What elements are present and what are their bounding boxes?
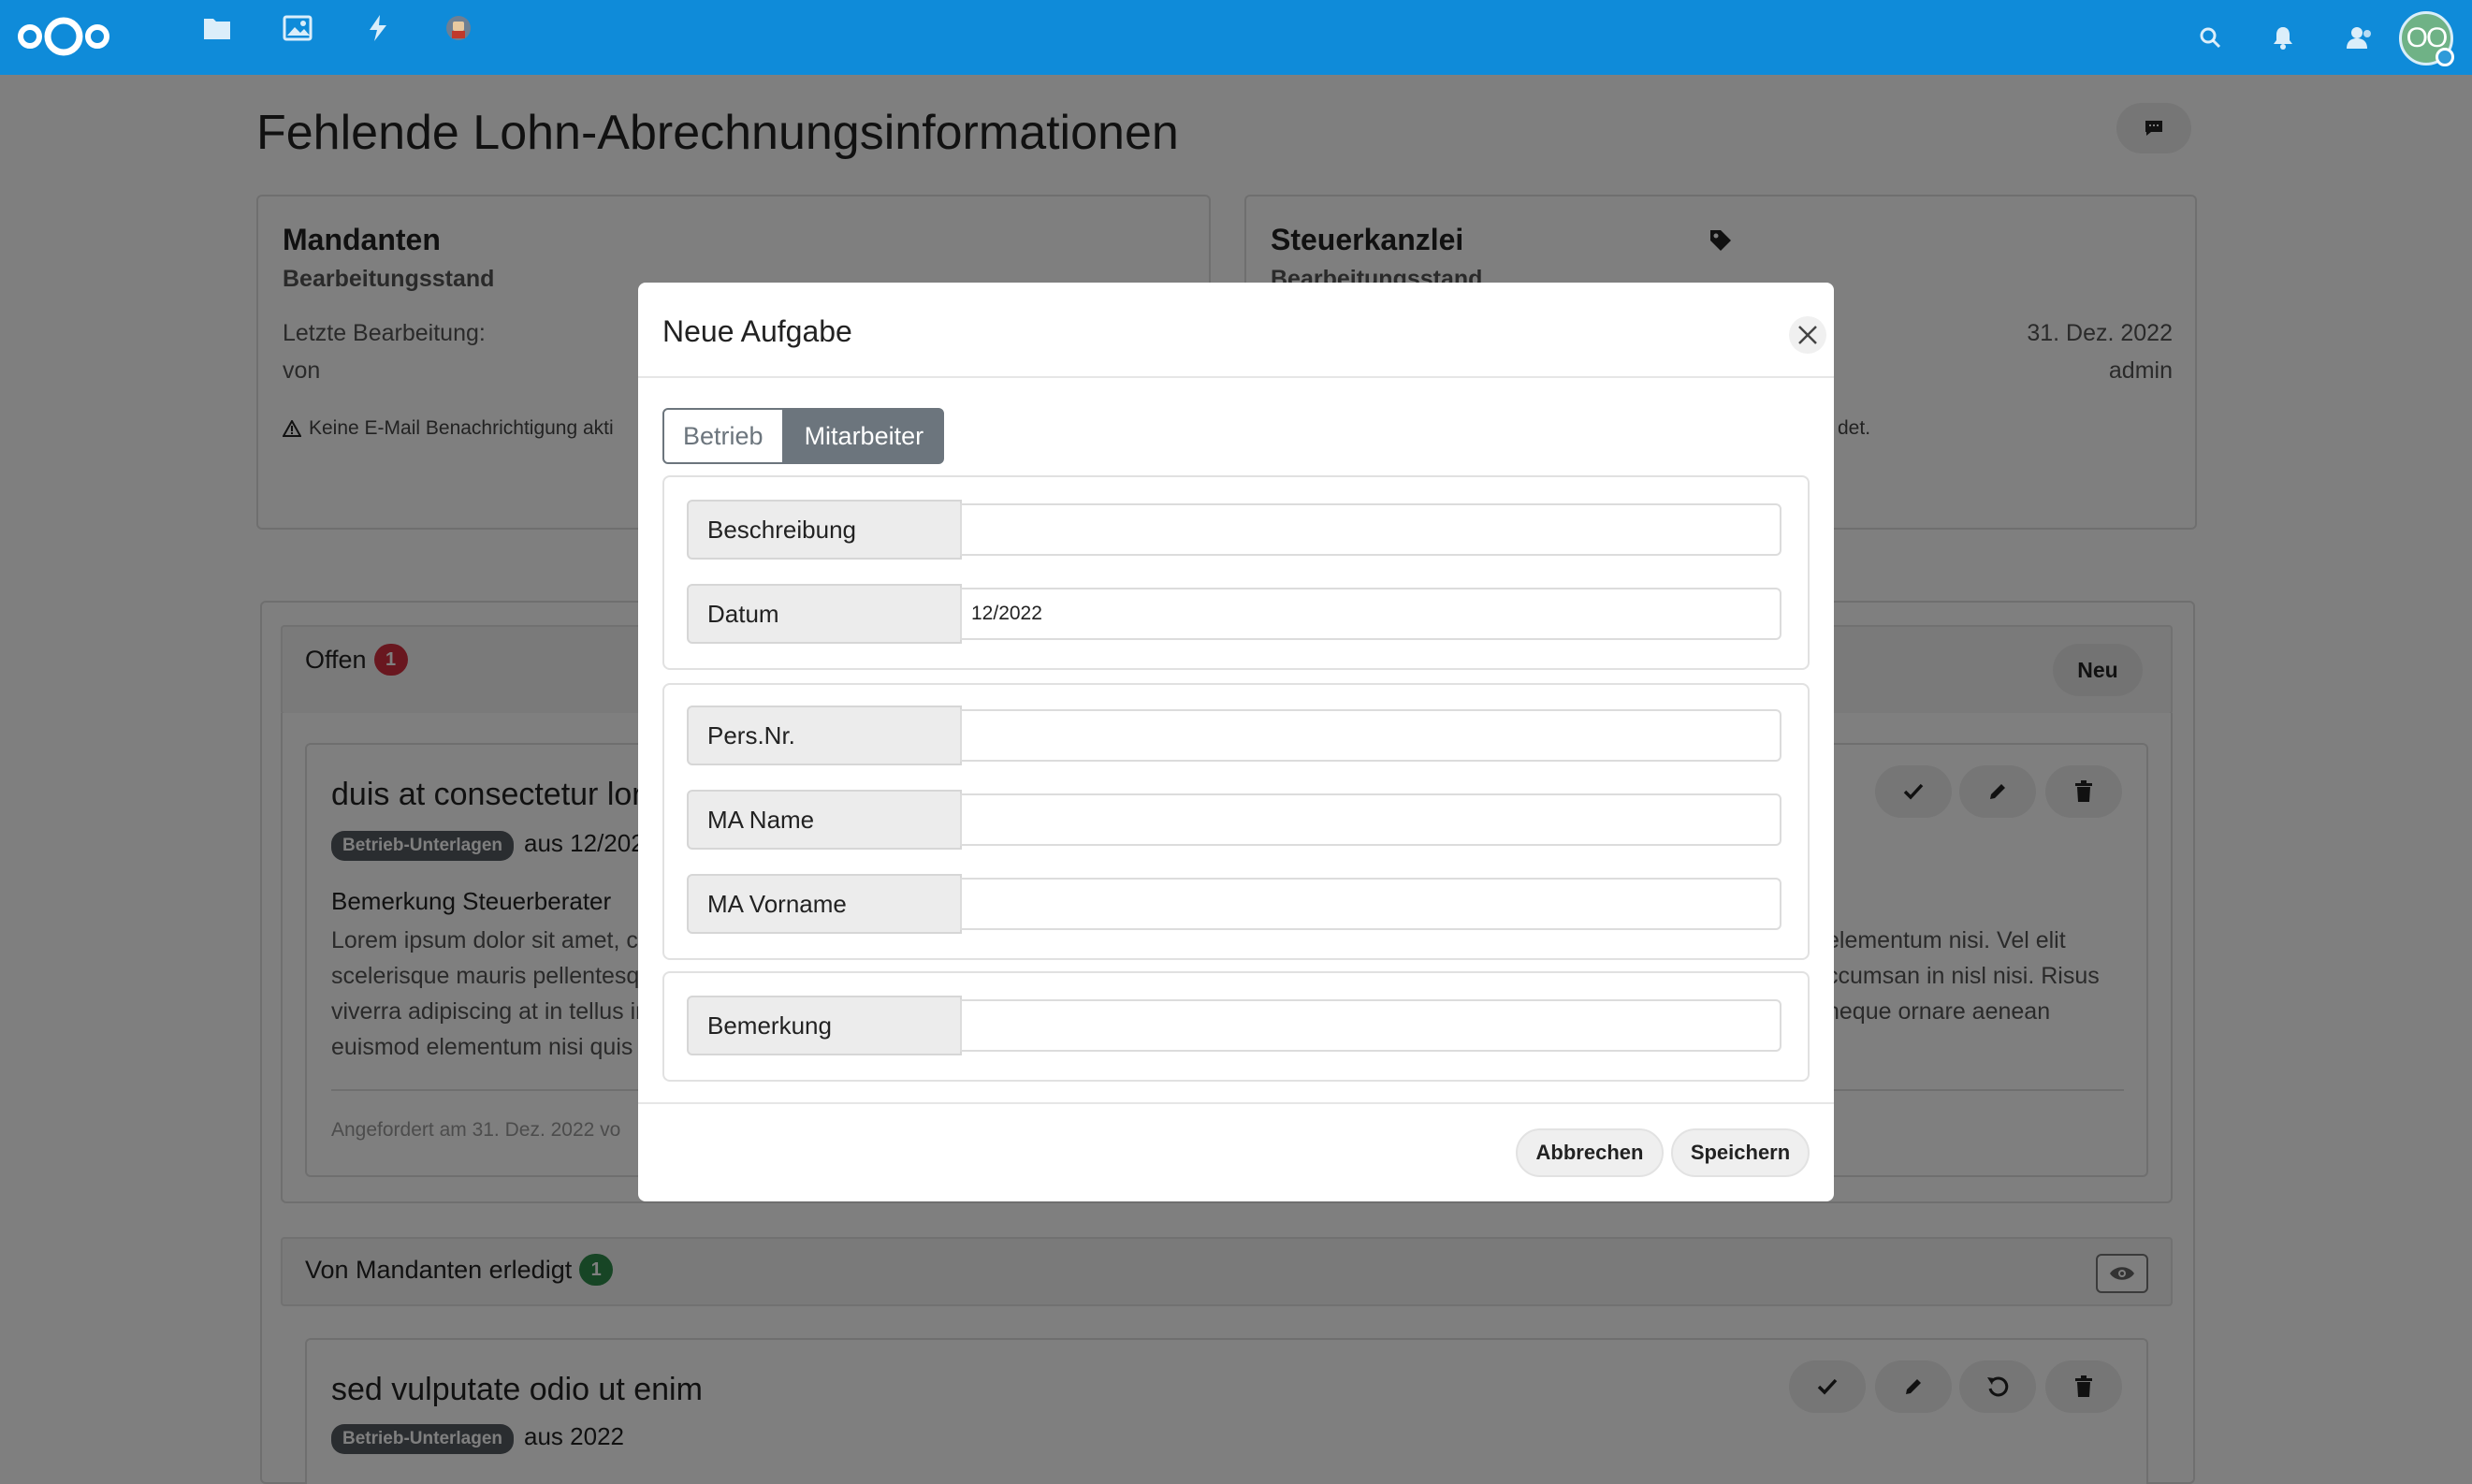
tab-mitarbeiter[interactable]: Mitarbeiter [783, 408, 945, 464]
bemerkung-row: Bemerkung [687, 996, 1781, 1055]
persnr-input[interactable] [960, 709, 1781, 762]
ma-name-input[interactable] [960, 793, 1781, 846]
ma-vorname-input[interactable] [960, 878, 1781, 930]
type-tabs: Betrieb Mitarbeiter [662, 408, 945, 464]
activity-icon[interactable] [357, 9, 399, 47]
datum-input[interactable] [960, 588, 1781, 640]
top-bar: OO [0, 0, 2472, 75]
general-fieldset: Beschreibung Datum [662, 475, 1810, 670]
nextcloud-logo[interactable] [17, 15, 110, 58]
close-button[interactable] [1789, 316, 1826, 354]
save-button[interactable]: Speichern [1671, 1128, 1810, 1177]
beschreibung-row: Beschreibung [687, 500, 1781, 560]
beschreibung-label: Beschreibung [687, 500, 962, 560]
datum-label: Datum [687, 584, 962, 644]
custom-app-icon[interactable] [438, 9, 479, 47]
persnr-label: Pers.Nr. [687, 706, 962, 765]
header-divider [638, 376, 1834, 378]
files-icon[interactable] [196, 9, 238, 47]
close-icon [1798, 326, 1817, 344]
tab-betrieb[interactable]: Betrieb [662, 408, 784, 464]
contacts-icon[interactable] [2339, 17, 2380, 58]
status-dot [2436, 48, 2454, 66]
beschreibung-input[interactable] [960, 503, 1781, 556]
bemerkung-label: Bemerkung [687, 996, 962, 1055]
new-task-dialog: Neue Aufgabe Betrieb Mitarbeiter Beschre… [638, 283, 1834, 1201]
employee-fieldset: Pers.Nr. MA Name MA Vorname [662, 683, 1810, 960]
remark-fieldset: Bemerkung [662, 971, 1810, 1082]
datum-row: Datum [687, 584, 1781, 644]
ma-name-row: MA Name [687, 790, 1781, 850]
search-icon[interactable] [2189, 17, 2231, 58]
cancel-button[interactable]: Abbrechen [1516, 1128, 1664, 1177]
bemerkung-input[interactable] [960, 999, 1781, 1052]
ma-name-label: MA Name [687, 790, 962, 850]
ma-vorname-label: MA Vorname [687, 874, 962, 934]
photos-icon[interactable] [277, 9, 318, 47]
dialog-title: Neue Aufgabe [662, 314, 852, 348]
ma-vorname-row: MA Vorname [687, 874, 1781, 934]
footer-divider [638, 1102, 1834, 1104]
bell-icon[interactable] [2262, 17, 2304, 58]
persnr-row: Pers.Nr. [687, 706, 1781, 765]
